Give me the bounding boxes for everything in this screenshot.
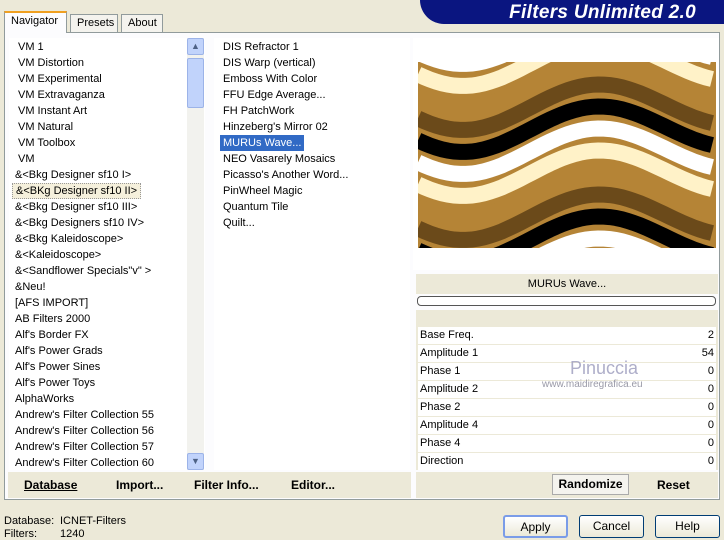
category-item[interactable]: VM (15, 151, 38, 167)
tab-about[interactable]: About (121, 14, 163, 33)
parameter-name: Base Freq. (420, 329, 474, 341)
parameter-value: 0 (707, 455, 714, 467)
database-value: ICNET-Filters (60, 515, 126, 527)
parameter-slider[interactable]: Phase 2 0 (418, 399, 716, 416)
parameter-value: 2 (707, 329, 714, 341)
filter-item[interactable]: DIS Warp (vertical) (220, 55, 319, 71)
filter-item[interactable]: NEO Vasarely Mosaics (220, 151, 338, 167)
filter-item[interactable]: MURUs Wave... (220, 135, 305, 151)
category-item[interactable]: Andrew's Filter Collection 56 (12, 423, 157, 439)
category-list[interactable]: VM 1 VM Distortion VM Experimental VM Extra… (9, 38, 205, 470)
scroll-thumb[interactable] (187, 58, 204, 108)
parameter-slider[interactable]: Phase 4 0 (418, 435, 716, 452)
category-item[interactable]: VM Extravaganza (15, 87, 108, 103)
parameter-value: 0 (707, 365, 714, 377)
import-button[interactable]: Import... (116, 478, 163, 492)
scroll-up-icon[interactable]: ▲ (187, 38, 204, 55)
watermark-url: www.maidiregrafica.eu (542, 379, 643, 390)
database-label: Database: (4, 515, 55, 527)
category-item[interactable]: Alf's Power Toys (12, 375, 98, 391)
help-button[interactable]: Help (655, 515, 720, 538)
filter-item[interactable]: PinWheel Magic (220, 183, 305, 199)
parameter-name: Phase 2 (420, 401, 461, 413)
tab-presets[interactable]: Presets (70, 14, 118, 33)
parameter-value: 54 (701, 347, 714, 359)
parameter-value: 0 (707, 401, 714, 413)
database-button[interactable]: Database (24, 478, 77, 492)
parameter-name: Direction (420, 455, 464, 467)
app-title-banner: Filters Unlimited 2.0 (420, 0, 724, 24)
filter-info-button[interactable]: Filter Info... (194, 478, 259, 492)
filter-item[interactable]: Quantum Tile (220, 199, 291, 215)
category-item[interactable]: AB Filters 2000 (12, 311, 93, 327)
parameter-value: 0 (707, 419, 714, 431)
filter-item[interactable]: FFU Edge Average... (220, 87, 329, 103)
parameter-name: Amplitude 1 (420, 347, 479, 359)
progress-bar (417, 296, 716, 306)
parameter-slider[interactable]: Phase 1 0 (418, 363, 716, 380)
category-item[interactable]: &<Bkg Designer sf10 I> (12, 167, 134, 183)
category-item[interactable]: [AFS IMPORT] (12, 295, 91, 311)
category-item[interactable]: Andrew's Filter Collection 57 (12, 439, 157, 455)
category-item[interactable]: Alf's Power Sines (12, 359, 103, 375)
parameter-name: Amplitude 2 (420, 383, 479, 395)
category-item[interactable]: VM Distortion (15, 55, 87, 71)
category-item[interactable]: &<Kaleidoscope> (12, 247, 104, 263)
preview-image (418, 62, 716, 248)
category-item[interactable]: Andrew's Filter Collection 55 (12, 407, 157, 423)
apply-button[interactable]: Apply (503, 515, 568, 538)
parameter-value: 0 (707, 437, 714, 449)
category-item[interactable]: &Neu! (12, 279, 49, 295)
editor-button[interactable]: Editor... (291, 478, 335, 492)
parameter-slider[interactable]: Base Freq. 2 (418, 327, 716, 344)
watermark-name: Pinuccia (570, 358, 639, 378)
tab-navigator[interactable]: Navigator (4, 11, 67, 33)
filter-item[interactable]: Quilt... (220, 215, 258, 231)
category-item[interactable]: &<Sandflower Specials"v" > (12, 263, 154, 279)
parameter-slider[interactable]: Direction 0 (418, 453, 716, 470)
category-scrollbar[interactable]: ▲ ▼ (187, 38, 204, 470)
category-item[interactable]: &<Bkg Designers sf10 IV> (12, 215, 147, 231)
filter-item[interactable]: Picasso's Another Word... (220, 167, 351, 183)
category-item[interactable]: VM Toolbox (15, 135, 78, 151)
category-item[interactable]: Andrew's Filter Collection 60 (12, 455, 157, 471)
category-item[interactable]: Alf's Border FX (12, 327, 92, 343)
preview-area (413, 38, 719, 270)
filter-item[interactable]: Hinzeberg's Mirror 02 (220, 119, 331, 135)
parameter-value: 0 (707, 383, 714, 395)
category-item[interactable]: VM Natural (15, 119, 76, 135)
parameter-name: Amplitude 4 (420, 419, 479, 431)
scroll-down-icon[interactable]: ▼ (187, 453, 204, 470)
category-item[interactable]: &<Bkg Kaleidoscope> (12, 231, 126, 247)
parameter-slider[interactable]: Amplitude 1 54 (418, 345, 716, 362)
preview-filter-name: MURUs Wave... (416, 274, 718, 294)
parameter-name: Phase 4 (420, 437, 461, 449)
filters-label: Filters: (4, 528, 37, 540)
filter-item[interactable]: FH PatchWork (220, 103, 297, 119)
filters-count: 1240 (60, 528, 85, 540)
category-item[interactable]: AlphaWorks (12, 391, 77, 407)
category-item[interactable]: VM Instant Art (15, 103, 90, 119)
category-item[interactable]: Alf's Power Grads (12, 343, 106, 359)
category-item[interactable]: VM 1 (15, 39, 47, 55)
reset-button[interactable]: Reset (657, 478, 690, 492)
cancel-button[interactable]: Cancel (579, 515, 644, 538)
randomize-button[interactable]: Randomize (552, 474, 629, 495)
category-item[interactable]: VM Experimental (15, 71, 105, 87)
filter-item[interactable]: DIS Refractor 1 (220, 39, 302, 55)
filter-item[interactable]: Emboss With Color (220, 71, 320, 87)
category-item[interactable]: &<BKg Designer sf10 II> (12, 183, 142, 199)
parameter-slider[interactable]: Amplitude 4 0 (418, 417, 716, 434)
filter-list[interactable]: DIS Refractor 1 DIS Warp (vertical) Emboss… (214, 38, 410, 470)
category-item[interactable]: &<Bkg Designer sf10 III> (12, 199, 140, 215)
parameter-name: Phase 1 (420, 365, 461, 377)
